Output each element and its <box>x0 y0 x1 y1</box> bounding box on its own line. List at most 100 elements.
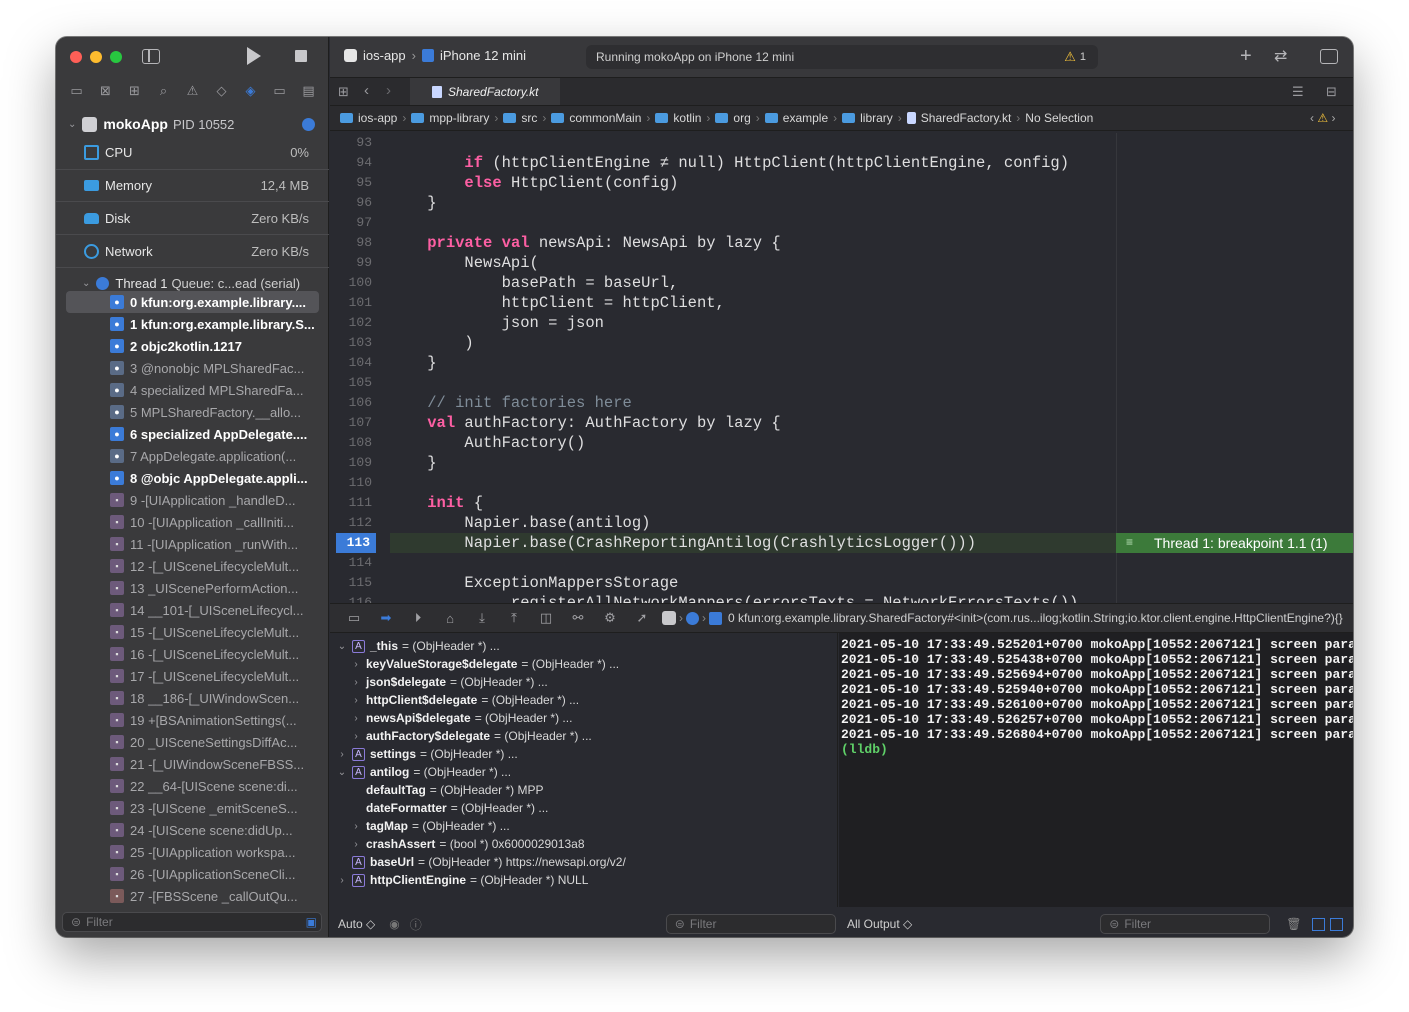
variable-row[interactable]: ⌄ Aantilog = (ObjHeader *) ... <box>330 763 837 781</box>
code-line[interactable]: } <box>390 453 1353 473</box>
line-number[interactable]: 103 <box>330 333 376 353</box>
code-line[interactable]: httpClient = httpClient, <box>390 293 1353 313</box>
show-variables-icon[interactable] <box>1311 917 1325 931</box>
variable-row[interactable]: › Asettings = (ObjHeader *) ... <box>330 745 837 763</box>
issue-nav-icons[interactable]: ‹ ⚠ › <box>1310 111 1335 125</box>
variable-row[interactable]: › tagMap = (ObjHeader *) ... <box>330 817 837 835</box>
line-number[interactable]: 97 <box>330 213 376 233</box>
show-console-icon[interactable] <box>1329 917 1343 931</box>
variable-row[interactable]: dateFormatter = (ObjHeader *) ... <box>330 799 837 817</box>
split-editor-icon[interactable]: ⊟ <box>1326 84 1337 100</box>
gauge-cpu[interactable]: CPU 0% <box>56 136 329 169</box>
stack-frame-row[interactable]: ▪ 19 +[BSAnimationSettings(... <box>56 709 329 731</box>
chevron-right-icon[interactable]: › <box>350 659 362 670</box>
step-into-icon[interactable]: ⤓ <box>466 610 498 626</box>
stack-frame-row[interactable]: ● 6 specialized AppDelegate.... <box>56 423 329 445</box>
console-filter-field[interactable]: ⊜ Filter <box>1100 914 1271 934</box>
current-frame-path[interactable]: 0 kfun:org.example.library.SharedFactory… <box>728 611 1343 625</box>
source-control-icon[interactable]: ⊠ <box>91 83 120 99</box>
stack-frame-row[interactable]: ▪ 9 -[UIApplication _handleD... <box>56 489 329 511</box>
chevron-right-icon[interactable]: › <box>350 839 362 850</box>
minimize-window-button[interactable] <box>90 51 102 63</box>
code-line[interactable] <box>390 133 1353 153</box>
code-line[interactable]: // init factories here <box>390 393 1353 413</box>
code-line[interactable]: json = json <box>390 313 1353 333</box>
report-icon[interactable]: ▤ <box>294 83 323 99</box>
code-line[interactable]: AuthFactory() <box>390 433 1353 453</box>
chevron-down-icon[interactable]: ⌄ <box>82 278 90 289</box>
current-line-number[interactable]: 113 <box>336 533 376 553</box>
chevron-right-icon[interactable]: › <box>350 713 362 724</box>
lldb-prompt[interactable]: (lldb) <box>841 742 1353 757</box>
filter-options-icon[interactable]: ▣ <box>306 915 317 929</box>
variable-row[interactable]: › newsApi$delegate = (ObjHeader *) ... <box>330 709 837 727</box>
auto-scope-selector[interactable]: Auto ◇ <box>338 917 375 931</box>
search-icon[interactable]: ⌕ <box>149 83 178 99</box>
code-review-icon[interactable]: ⇄ <box>1274 46 1287 66</box>
chevron-right-icon[interactable]: › <box>336 749 348 760</box>
line-number[interactable]: 94 <box>330 153 376 173</box>
chevron-right-icon[interactable]: › <box>350 731 362 742</box>
stack-frame-row[interactable]: ● 7 AppDelegate.application(... <box>56 445 329 467</box>
line-number[interactable]: 107 <box>330 413 376 433</box>
code-line[interactable]: init { <box>390 493 1353 513</box>
code-line[interactable]: } <box>390 193 1353 213</box>
code-line[interactable]: ExceptionMappersStorage <box>390 573 1353 593</box>
code-line[interactable]: basePath = baseUrl, <box>390 273 1353 293</box>
chevron-right-icon[interactable]: › <box>350 695 362 706</box>
code-line[interactable]: val authFactory: AuthFactory by lazy { <box>390 413 1353 433</box>
debug-session-icon[interactable] <box>302 117 315 131</box>
gauge-disk[interactable]: Disk Zero KB/s <box>56 202 329 235</box>
console-output[interactable]: 2021-05-10 17:33:49.525201+0700 mokoApp[… <box>839 633 1353 907</box>
line-number[interactable]: 112 <box>330 513 376 533</box>
breadcrumb-item[interactable]: org › <box>715 111 764 125</box>
chevron-right-icon[interactable]: › <box>350 677 362 688</box>
breadcrumb-item[interactable]: src › <box>503 111 551 125</box>
line-number[interactable]: 106 <box>330 393 376 413</box>
variables-filter-field[interactable]: ⊜ Filter <box>665 914 836 934</box>
code-line[interactable] <box>390 373 1353 393</box>
navigator-filter-field[interactable]: ⊜ Filter ▣ <box>62 912 322 932</box>
breakpoint-banner[interactable]: ≡ Thread 1: breakpoint 1.1 (1) <box>1116 533 1353 553</box>
code-line[interactable]: if (httpClientEngine ≠ null) HttpClient(… <box>390 153 1353 173</box>
stack-frame-row[interactable]: ● 1 kfun:org.example.library.S... <box>56 313 329 335</box>
stack-frame-row[interactable]: ▪ 24 -[UIScene scene:didUp... <box>56 819 329 841</box>
line-number[interactable]: 95 <box>330 173 376 193</box>
editor-options-icon[interactable]: ☰ <box>1292 84 1304 100</box>
view-hierarchy-icon[interactable]: ◫ <box>530 610 562 626</box>
memory-graph-icon[interactable]: ⚯ <box>562 610 594 626</box>
environment-overrides-icon[interactable]: ⚙ <box>594 610 626 626</box>
hide-debug-area-icon[interactable]: ▭ <box>338 610 370 626</box>
close-window-button[interactable] <box>70 51 82 63</box>
code-line[interactable]: } <box>390 353 1353 373</box>
gauge-memory[interactable]: Memory 12,4 MB <box>56 169 329 202</box>
zoom-window-button[interactable] <box>110 51 122 63</box>
stack-frame-row[interactable]: ▪ 23 -[UIScene _emitSceneS... <box>56 797 329 819</box>
stack-frame-row[interactable]: ▪ 17 -[_UISceneLifecycleMult... <box>56 665 329 687</box>
breadcrumb-item[interactable]: No Selection <box>1025 111 1093 125</box>
stop-icon[interactable] <box>295 50 307 62</box>
chevron-right-icon[interactable]: › <box>350 821 362 832</box>
process-icon[interactable] <box>662 611 676 625</box>
code-line[interactable] <box>390 213 1353 233</box>
warning-icon[interactable]: ⚠ <box>1064 49 1076 65</box>
code-editor[interactable]: 93 94 95 96 97 98 99 100 101 102 103 104 105 106 107 10… <box>330 133 1353 603</box>
forward-icon[interactable]: › <box>386 82 391 99</box>
variables-view[interactable]: ⌄ A _this = (ObjHeader *) ... › keyValueStora… <box>330 633 838 907</box>
variable-row[interactable]: › httpClient$delegate = (ObjHeader *) ... <box>330 691 837 709</box>
grid-icon[interactable]: ⊞ <box>338 84 349 100</box>
line-number[interactable]: 99 <box>330 253 376 273</box>
output-selector[interactable]: All Output ◇ <box>847 917 912 931</box>
stack-frame-row[interactable]: ● 8 @objc AppDelegate.appli... <box>56 467 329 489</box>
chevron-down-icon[interactable]: ⌄ <box>336 641 348 652</box>
variable-row[interactable]: › AhttpClientEngine = (ObjHeader *) NULL <box>330 871 837 889</box>
stack-frame-row[interactable]: ● 5 MPLSharedFactory.__allo... <box>56 401 329 423</box>
breadcrumb-item[interactable]: ios-app › <box>340 111 411 125</box>
stack-frame-row[interactable]: ● 3 @nonobjc MPLSharedFac... <box>56 357 329 379</box>
symbol-icon[interactable]: ⊞ <box>120 83 149 99</box>
code-line[interactable]: Napier.base(antilog) <box>390 513 1353 533</box>
code-line[interactable]: private val newsApi: NewsApi by lazy { <box>390 233 1353 253</box>
folder-icon[interactable]: ▭ <box>62 83 91 99</box>
code-line[interactable] <box>390 553 1353 573</box>
breadcrumb-item[interactable]: library › <box>842 111 907 125</box>
